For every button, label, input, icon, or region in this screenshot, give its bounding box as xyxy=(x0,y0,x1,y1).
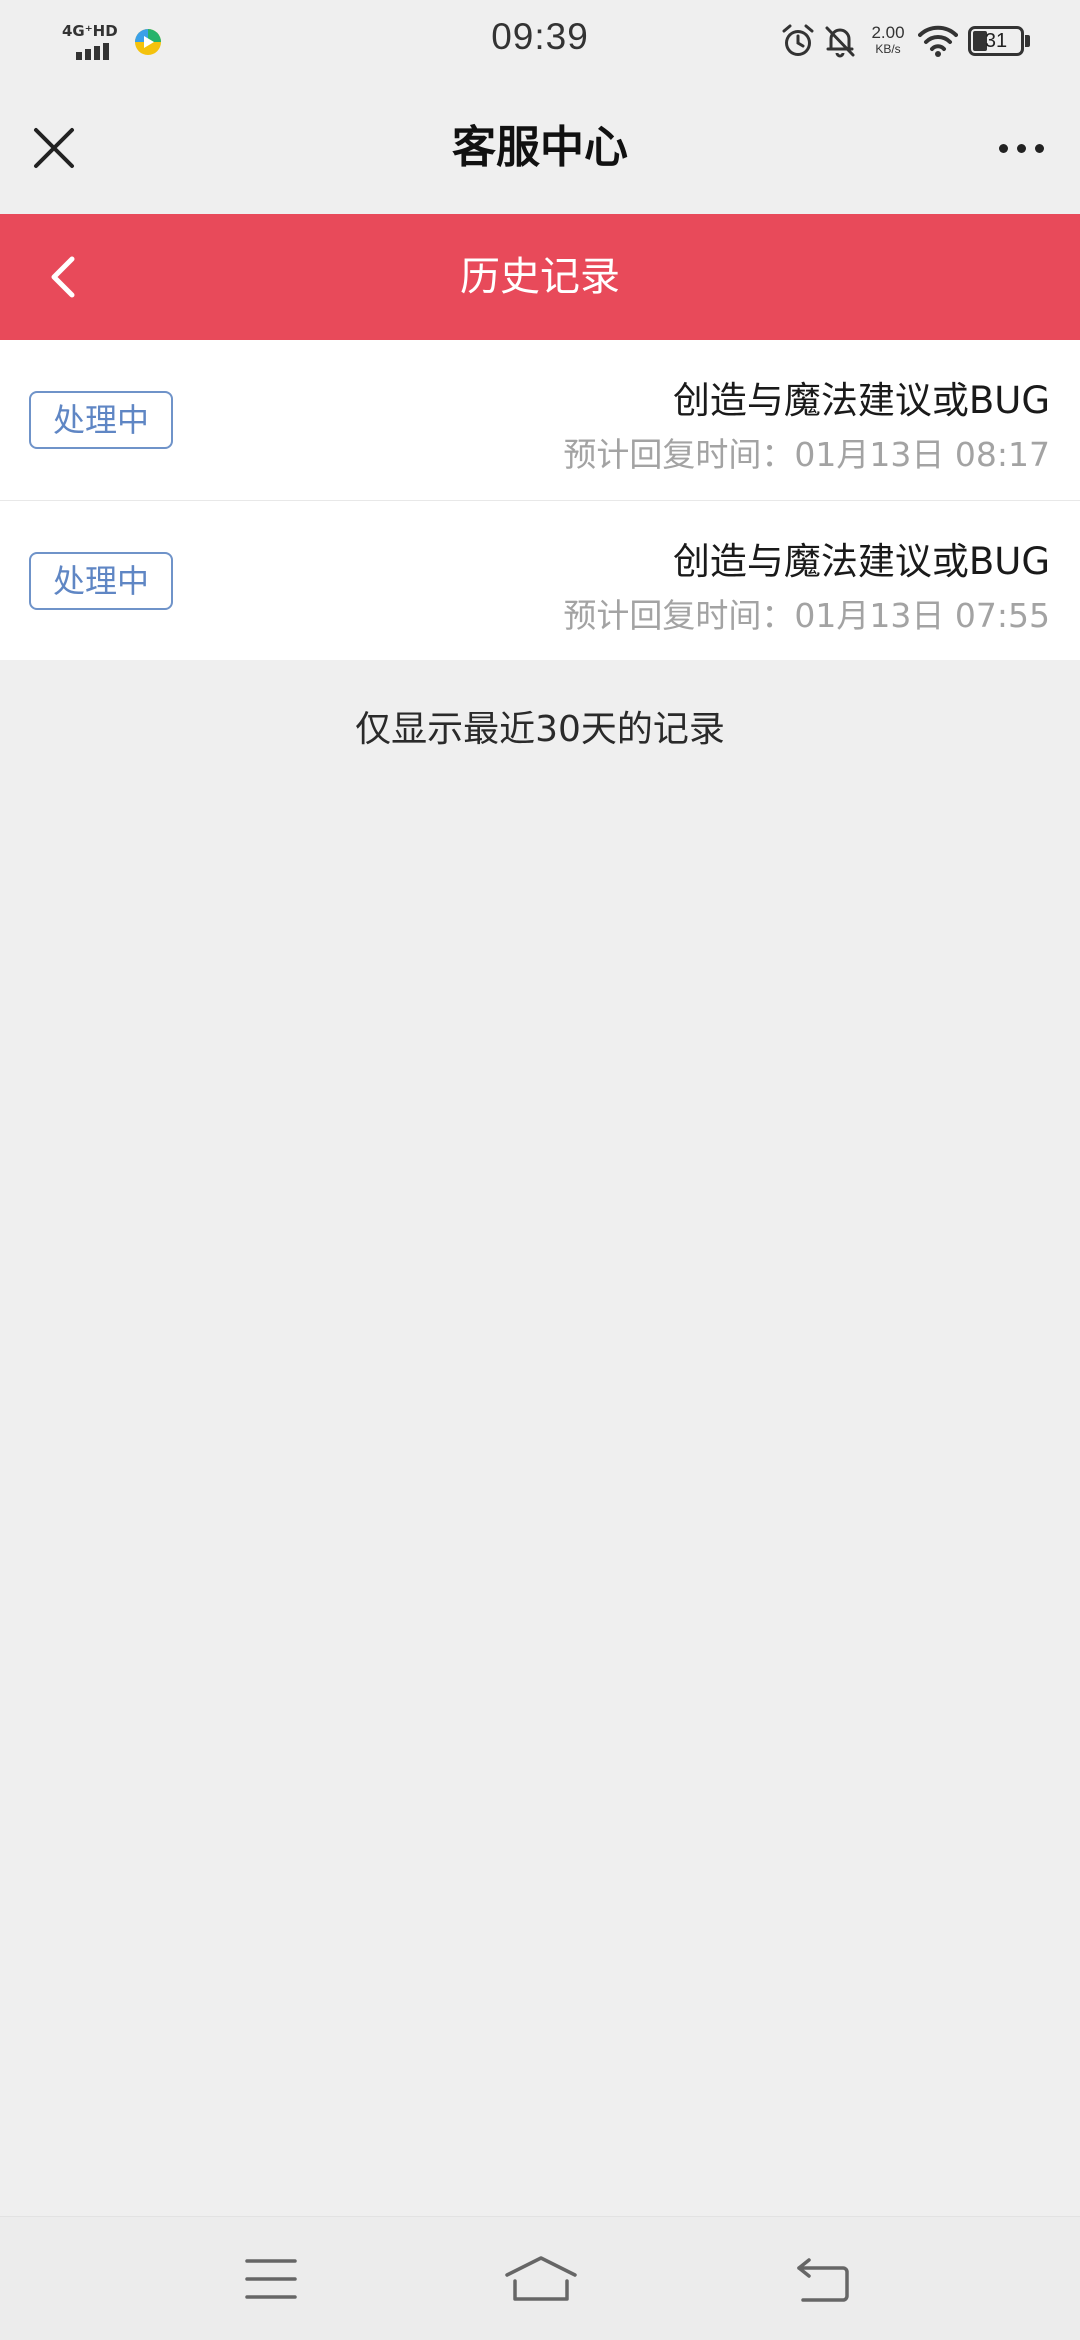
status-badge: 处理中 xyxy=(29,391,173,449)
wifi-icon xyxy=(918,25,958,57)
status-bar: 4G⁺HD 09:39 2.00 KB/s 31 xyxy=(0,0,1080,82)
back-button[interactable] xyxy=(28,242,98,312)
app-title: 客服中心 xyxy=(452,122,628,173)
close-icon xyxy=(34,128,74,168)
nav-menu-button[interactable] xyxy=(223,2237,319,2321)
speed-value: 2.00 xyxy=(871,23,905,42)
record-row[interactable]: 处理中 创造与魔法建议或BUG 预计回复时间：01月13日 07:55 xyxy=(0,500,1080,660)
speed-unit: KB/s xyxy=(875,42,901,56)
battery-level: 31 xyxy=(984,30,1008,52)
record-title: 创造与魔法建议或BUG xyxy=(672,379,1050,422)
record-list: 处理中 创造与魔法建议或BUG 预计回复时间：01月13日 08:17 处理中 … xyxy=(0,340,1080,660)
back-nav-icon xyxy=(797,2258,849,2302)
page-title: 历史记录 xyxy=(460,254,620,300)
record-reply-time: 预计回复时间：01月13日 07:55 xyxy=(563,596,1050,635)
app-bar: 客服中心 xyxy=(0,82,1080,214)
status-right: 2.00 KB/s 31 xyxy=(780,20,1040,64)
more-button[interactable] xyxy=(986,118,1056,178)
more-icon-dot xyxy=(998,143,1008,153)
footer-note: 仅显示最近30天的记录 xyxy=(355,709,725,750)
status-badge: 处理中 xyxy=(29,552,173,610)
mute-icon xyxy=(825,26,855,58)
battery-icon: 31 xyxy=(968,26,1030,56)
battery-tip xyxy=(1025,35,1030,47)
more-icon-dot xyxy=(1034,143,1044,153)
record-title: 创造与魔法建议或BUG xyxy=(672,540,1050,583)
back-icon xyxy=(51,256,75,298)
record-reply-time: 预计回复时间：01月13日 08:17 xyxy=(563,435,1050,474)
alarm-icon xyxy=(782,24,814,56)
home-icon xyxy=(505,2256,577,2301)
nav-back-button[interactable] xyxy=(775,2237,871,2321)
nav-home-button[interactable] xyxy=(493,2237,589,2321)
network-speed: 2.00 KB/s xyxy=(864,23,912,57)
screen: 4G⁺HD 09:39 2.00 KB/s 31 客服中心 历史记录 处理中 创… xyxy=(0,0,1080,2340)
system-nav-bar xyxy=(0,2216,1080,2340)
close-button[interactable] xyxy=(24,118,84,178)
more-icon-dot xyxy=(1016,143,1026,153)
record-row[interactable]: 处理中 创造与魔法建议或BUG 预计回复时间：01月13日 08:17 xyxy=(0,340,1080,500)
menu-icon xyxy=(245,2259,297,2299)
page-header: 历史记录 xyxy=(0,214,1080,340)
